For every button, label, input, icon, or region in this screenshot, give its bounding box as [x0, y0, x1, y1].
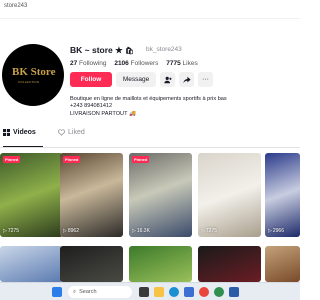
play-icon: ▷: [3, 228, 7, 234]
pinned-badge: Pinned: [132, 156, 150, 163]
video-tile[interactable]: ▷ 2966: [265, 153, 300, 237]
view-count: ▷ 8962: [63, 228, 79, 234]
share-button[interactable]: [179, 72, 194, 87]
bio-line: +243 894081412: [70, 103, 113, 110]
video-tile[interactable]: [60, 246, 123, 282]
profile-stats: 27 Following 2106 Followers 7775 Likes: [70, 60, 204, 67]
tab-videos-label: Videos: [13, 129, 36, 136]
pinned-badge: Pinned: [3, 156, 21, 163]
heart-outline-icon: [58, 129, 65, 136]
video-tile[interactable]: [0, 246, 63, 282]
profile-tabs: Videos Liked: [0, 129, 300, 143]
message-button[interactable]: Message: [116, 72, 156, 87]
bio-line: LIVRAISON PARTOUT 🚚: [70, 110, 136, 117]
add-friend-button[interactable]: [160, 72, 175, 87]
view-count: ▷ 7275: [3, 228, 19, 234]
video-tile[interactable]: Pinned ▷ 7275: [0, 153, 63, 237]
add-user-icon: [163, 76, 172, 83]
likes-count: 7775: [166, 60, 181, 67]
divider: [0, 147, 300, 148]
chrome-icon[interactable]: [199, 287, 209, 297]
video-tile[interactable]: [129, 246, 192, 282]
video-tile[interactable]: Pinned ▷ 16.3K: [129, 153, 192, 237]
taskbar-search[interactable]: ⌕ Search: [68, 286, 132, 298]
bio-line: Boutique en ligne de maillots et équipem…: [70, 96, 227, 102]
windows-taskbar: ⌕ Search: [0, 282, 300, 300]
divider: [0, 18, 300, 19]
view-count: ▷ 2966: [268, 228, 284, 234]
profile-bio: Boutique en ligne de maillots et équipem…: [70, 96, 295, 118]
more-options-button[interactable]: ···: [198, 72, 213, 87]
file-explorer-icon[interactable]: [154, 287, 164, 297]
avatar-subtitle: COLLECTION: [18, 80, 40, 84]
breadcrumb: store243: [4, 3, 28, 9]
play-icon: ▷: [132, 228, 136, 234]
view-count: ▷ 16.3K: [132, 228, 150, 234]
video-tile[interactable]: Pinned ▷ 8962: [60, 153, 123, 237]
view-count: ▷ 7275: [201, 228, 217, 234]
search-icon: ⌕: [73, 288, 77, 295]
share-arrow-icon: [182, 76, 191, 83]
tiktok-profile-page: store243 BK Store COLLECTION BK ~ store …: [0, 0, 300, 282]
video-tile[interactable]: ▷ 7275: [198, 153, 261, 237]
grid-icon: [3, 129, 10, 136]
whatsapp-icon[interactable]: [214, 287, 224, 297]
video-tile[interactable]: [198, 246, 261, 282]
followers-count: 2106: [114, 60, 129, 67]
tab-liked[interactable]: Liked: [58, 129, 85, 136]
windows-start-icon[interactable]: [52, 287, 62, 297]
truck-icon: 🚚: [128, 110, 136, 117]
avatar-logo: BK Store: [12, 66, 56, 78]
play-icon: ▷: [63, 228, 67, 234]
tab-liked-label: Liked: [68, 129, 85, 136]
play-icon: ▷: [268, 228, 272, 234]
store-icon[interactable]: [184, 287, 194, 297]
search-placeholder: Search: [79, 289, 97, 295]
tab-videos[interactable]: Videos: [3, 129, 36, 136]
follow-button[interactable]: Follow: [70, 72, 112, 87]
video-tile[interactable]: [265, 246, 300, 282]
following-label: Following: [79, 60, 107, 67]
profile-handle: bk_store243: [146, 46, 182, 53]
pinned-badge: Pinned: [63, 156, 81, 163]
followers-label: Followers: [130, 60, 159, 67]
edge-browser-icon[interactable]: [169, 287, 179, 297]
app-icon[interactable]: [229, 287, 239, 297]
more-dots-icon: ···: [202, 76, 209, 83]
avatar[interactable]: BK Store COLLECTION: [2, 44, 64, 106]
verified-stars-icon: 🛍: [125, 48, 134, 55]
profile-username: BK ~ store ★ 🛍: [70, 45, 134, 56]
username-text: BK ~ store ★: [70, 45, 123, 55]
likes-label: Likes: [182, 60, 198, 67]
play-icon: ▷: [201, 228, 205, 234]
task-view-icon[interactable]: [139, 287, 149, 297]
following-count: 27: [70, 60, 78, 67]
